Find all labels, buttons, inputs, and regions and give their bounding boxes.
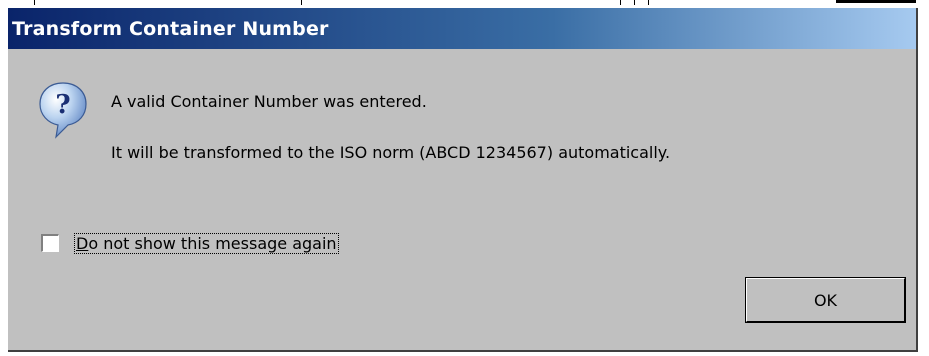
dont-show-again-label[interactable]: Do not show this message again [74,233,339,254]
edge-tick [301,0,302,5]
message-line-2: It will be transformed to the ISO norm (… [111,143,671,162]
message-dialog: Transform Container Number ? A valid Con… [8,8,918,352]
edge-tick [634,0,635,5]
message-line-1: A valid Container Number was entered. [111,92,427,111]
question-icon: ? [39,82,87,139]
ok-button-label: OK [813,290,838,310]
background-window-edge [0,0,929,8]
edge-tick [34,0,35,5]
edge-bar [836,0,916,3]
label-text: o not show this message again [88,234,337,253]
edge-tick [620,0,621,5]
edge-tick [648,0,649,5]
dont-show-again-checkbox[interactable] [41,234,59,252]
title-bar[interactable]: Transform Container Number [8,8,916,49]
dialog-title: Transform Container Number [12,18,329,40]
svg-text:?: ? [55,90,70,120]
ok-button[interactable]: OK [745,277,906,323]
label-mnemonic: D [76,234,89,253]
